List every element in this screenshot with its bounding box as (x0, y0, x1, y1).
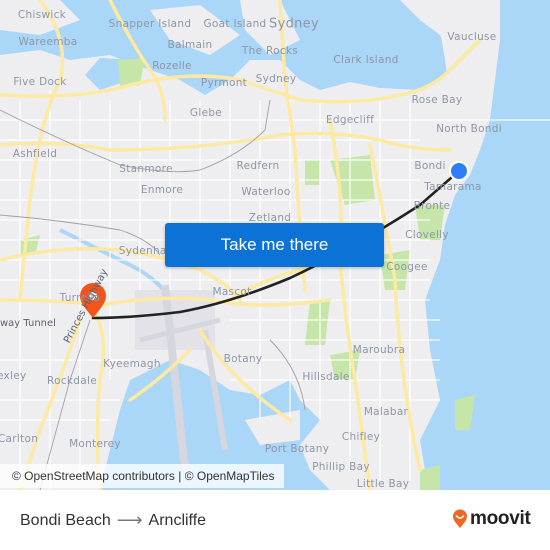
moovit-wordmark: moovit (470, 508, 531, 529)
place-label: Malabar (363, 406, 409, 418)
place-label: Chifley (341, 431, 381, 443)
place-label: Botany (223, 353, 263, 365)
place-label: Rockdale (47, 375, 97, 387)
place-label: Bexley (0, 370, 27, 382)
arrow-right-icon: ⟶ (116, 510, 143, 530)
moovit-pin-icon (453, 509, 467, 528)
place-label: Clovelly (405, 229, 449, 241)
take-me-there-button[interactable]: Take me there (165, 223, 384, 267)
place-label: Waterloo (241, 186, 291, 198)
map-attribution[interactable]: © OpenStreetMap contributors | © OpenMap… (0, 464, 285, 488)
road-label-tunnel: way Tunnel (0, 318, 56, 329)
moovit-logo[interactable]: moovit (452, 508, 531, 530)
place-label: Bronte (413, 200, 451, 212)
place-label: Rose Bay (411, 94, 463, 106)
origin-marker (449, 161, 469, 181)
map[interactable]: Chiswick Snapper Island Goat Island Sydney V… (0, 0, 550, 490)
place-label: Goat Island (203, 18, 267, 30)
place-label: Tamarama (424, 181, 482, 193)
place-label: Wareemba (18, 36, 78, 48)
place-label: Clark Island (333, 54, 399, 66)
destination-name: Arncliffe (148, 511, 207, 529)
place-label: Port Botany (264, 443, 330, 455)
place-label: Rozelle (152, 60, 192, 72)
place-label: Five Dock (13, 76, 67, 88)
place-label: Balmain (167, 39, 213, 51)
route-title: Bondi Beach ⟶ Arncliffe (20, 510, 206, 531)
origin-name: Bondi Beach (20, 511, 111, 529)
place-label: Carlton (0, 433, 39, 445)
place-label: Ashfield (12, 148, 58, 160)
place-label: Edgecliff (325, 114, 375, 126)
place-label: Bondi (414, 160, 446, 172)
place-label: Little Bay (356, 478, 410, 490)
place-label: Redfern (236, 160, 280, 172)
place-label: Mascot (212, 286, 252, 298)
place-label: Sydney (269, 16, 319, 32)
place-label: Glebe (189, 107, 223, 119)
place-label: The Rocks (241, 45, 299, 57)
place-label: Pyrmont (200, 77, 248, 89)
place-label: Chiswick (17, 9, 67, 21)
place-label: Hillsdale (302, 371, 350, 383)
place-label: Phillip Bay (312, 461, 370, 473)
place-label: Vaucluse (447, 31, 497, 43)
place-label: North Bondi (436, 123, 502, 135)
place-label: Maroubra (352, 344, 406, 356)
place-label: Stanmore (119, 163, 173, 175)
place-label: Kyeemagh (103, 358, 161, 370)
place-label: Monterey (69, 438, 121, 450)
place-label: Snapper Island (108, 18, 192, 30)
place-label: Coogee (386, 261, 428, 273)
place-label: Enmore (140, 184, 184, 196)
place-label: Sydney (255, 73, 297, 85)
